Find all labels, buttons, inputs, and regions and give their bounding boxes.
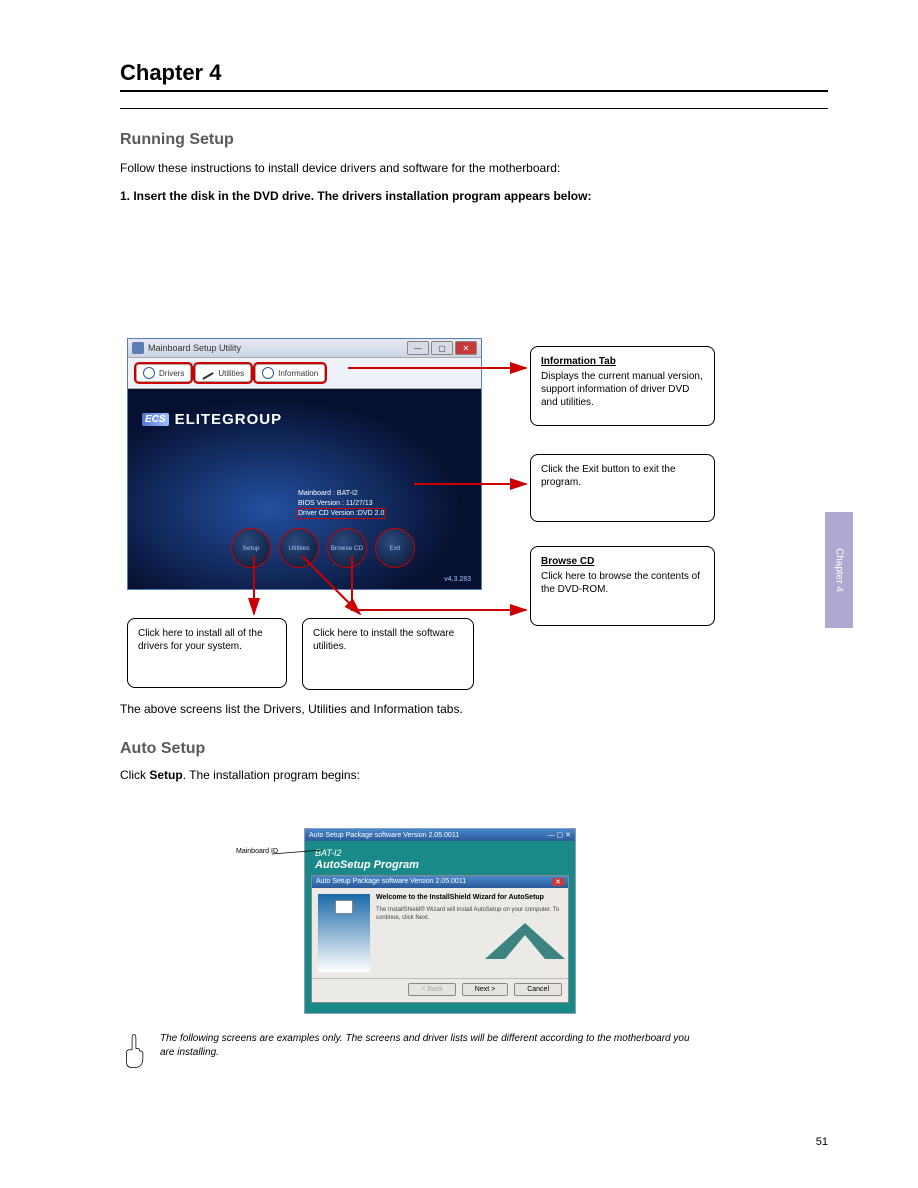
utility-window: Mainboard Setup Utility — ▢ ✕ Drivers Ut…	[127, 338, 482, 590]
pen-icon	[202, 367, 214, 379]
tab-utilities[interactable]: Utilities	[195, 364, 251, 382]
minimize-button[interactable]: —	[407, 341, 429, 355]
setup-button[interactable]: Setup	[232, 529, 270, 567]
mb-value: BAT-I2	[337, 490, 358, 497]
installshield-titlebar: Auto Setup Package software Version 2.05…	[312, 876, 568, 888]
autosetup-program-name: AutoSetup Program	[315, 859, 419, 871]
callout-c5-body: Click here to install the software utili…	[313, 628, 454, 652]
autosetup-header: BAT-I2 AutoSetup Program	[315, 847, 569, 871]
box-icon	[335, 900, 353, 914]
tab-drivers[interactable]: Drivers	[136, 364, 191, 382]
tabs-note: The above screens list the Drivers, Util…	[120, 700, 696, 718]
divider-thick	[120, 90, 828, 92]
utility-titlebar: Mainboard Setup Utility — ▢ ✕	[128, 339, 481, 358]
welcome-heading: Welcome to the InstallShield Wizard for …	[376, 894, 562, 901]
autosetup-titlebar: Auto Setup Package software Version 2.05…	[305, 829, 575, 841]
info-block: Mainboard : BAT-I2 BIOS Version : 11/27/…	[298, 489, 384, 518]
next-button[interactable]: Next >	[462, 983, 508, 996]
browse-cd-button[interactable]: Browse CD	[328, 529, 366, 567]
instruction-line-2: 1. Insert the disk in the DVD drive. The…	[120, 187, 828, 205]
chapter-title: Chapter 4	[120, 60, 828, 86]
page-number: 51	[816, 1136, 828, 1148]
mb-label: Mainboard :	[298, 490, 335, 497]
window-controls: — ▢ ✕	[407, 341, 477, 355]
mainboard-id-line	[272, 850, 322, 858]
callout-c3-body: Click here to browse the contents of the…	[541, 571, 700, 595]
welcome-text: The InstallShield® Wizard will install A…	[376, 907, 562, 923]
bios-value: 11/27/13	[346, 500, 373, 507]
utility-title-left: Mainboard Setup Utility	[132, 342, 241, 354]
app-icon	[132, 342, 144, 354]
callout-exit: Click the Exit button to exit the progra…	[530, 454, 715, 522]
back-button: < Back	[408, 983, 456, 996]
callout-browse-cd: Browse CD Click here to browse the conte…	[530, 546, 715, 626]
dialog-footer: < Back Next > Cancel	[312, 978, 568, 1002]
tab-bar: Drivers Utilities Information	[128, 358, 481, 389]
cancel-button[interactable]: Cancel	[514, 983, 562, 996]
installshield-title-text: Auto Setup Package software Version 2.05…	[316, 878, 466, 886]
utility-title-text: Mainboard Setup Utility	[148, 343, 241, 353]
autorun-heading: Auto Setup	[120, 740, 205, 758]
close-button[interactable]: ✕	[455, 341, 477, 355]
callout-setup: Click here to install all of the drivers…	[127, 618, 287, 688]
callout-information-tab: Information Tab Displays the current man…	[530, 346, 715, 426]
callout-utilities: Click here to install the software utili…	[302, 618, 474, 690]
hand-icon	[120, 1032, 148, 1070]
installshield-sidebar	[318, 894, 370, 972]
info-icon	[262, 367, 274, 379]
autosetup-title-text: Auto Setup Package software Version 2.05…	[309, 832, 459, 839]
brand-name: ELITEGROUP	[175, 411, 283, 428]
exit-button[interactable]: Exit	[376, 529, 414, 567]
tab-drivers-label: Drivers	[159, 369, 184, 378]
instruction-line-1: Follow these instructions to install dev…	[120, 159, 828, 177]
callout-c1-body: Displays the current manual version, sup…	[541, 371, 703, 408]
brand-logo: ECS	[142, 413, 169, 426]
utility-body: ECS ELITEGROUP Mainboard : BAT-I2 BIOS V…	[128, 389, 481, 589]
note-text: The following screens are examples only.…	[160, 1032, 696, 1070]
cd-icon	[143, 367, 155, 379]
callout-c1-heading: Information Tab	[541, 355, 704, 368]
utilities-button[interactable]: Utilities	[280, 529, 318, 567]
installshield-close[interactable]: ✕	[552, 878, 564, 886]
callout-c4-body: Click here to install all of the drivers…	[138, 628, 263, 652]
callout-c2-body: Click the Exit button to exit the progra…	[541, 464, 676, 488]
utility-version: v4.3.283	[444, 576, 471, 583]
tab-information[interactable]: Information	[255, 364, 325, 382]
callout-c3-heading: Browse CD	[541, 555, 704, 568]
cd-label: Driver CD Version :	[298, 510, 358, 517]
tab-utilities-label: Utilities	[218, 369, 244, 378]
side-chapter-tab: Chapter 4	[825, 512, 853, 628]
autosetup-window: Auto Setup Package software Version 2.05…	[304, 828, 576, 1014]
autosetup-window-controls: — ▢ ✕	[548, 831, 571, 839]
note-block: The following screens are examples only.…	[120, 1032, 696, 1070]
brand: ECS ELITEGROUP	[142, 411, 282, 428]
divider-thin	[120, 108, 828, 109]
maximize-button[interactable]: ▢	[431, 341, 453, 355]
click-setup-text: Click Setup. The installation program be…	[120, 766, 696, 784]
bios-label: BIOS Version :	[298, 500, 344, 507]
tab-information-label: Information	[278, 369, 318, 378]
section-running-setup: Running Setup	[120, 131, 828, 149]
cd-value: DVD 2.0	[358, 510, 384, 517]
button-row: Setup Utilities Browse CD Exit	[232, 529, 414, 567]
